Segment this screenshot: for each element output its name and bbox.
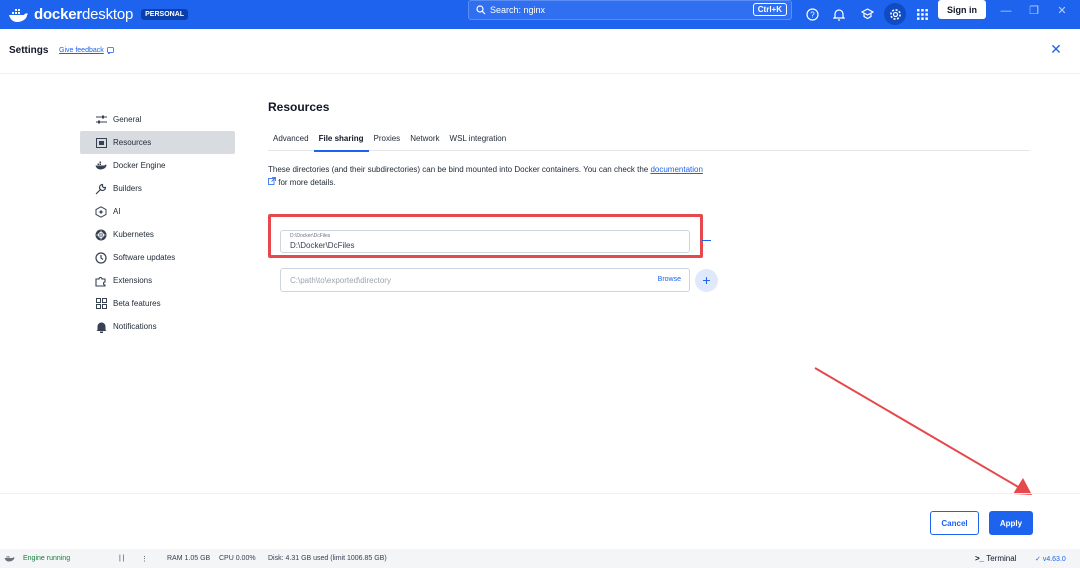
engine-status[interactable]: Engine running [23,555,70,562]
minimize-window-button[interactable]: — [996,4,1016,18]
sidebar-item-label: Docker Engine [113,161,166,170]
section-title: Resources [268,100,330,114]
resources-panel: Resources Advanced File sharing Proxies … [268,100,1030,189]
search-shortcut: Ctrl+K [752,3,787,16]
search-placeholder: Search: nginx [490,5,546,15]
give-feedback-link[interactable]: Give feedback [59,47,114,54]
status-bar: Engine running | | ⋮ RAM 1.05 GB CPU 0.0… [0,549,1080,568]
description-text-end: for more details. [276,178,336,187]
tab-network[interactable]: Network [405,133,444,151]
sidebar-item-label: AI [113,207,121,216]
sidebar-item-beta-features[interactable]: Beta features [80,292,235,315]
bell-icon[interactable] [829,4,849,24]
title-bar: dockerdesktop PERSONAL Search: nginx Ctr… [0,0,1080,29]
sidebar-item-builders[interactable]: Builders [80,177,235,200]
remove-directory-button[interactable] [702,240,711,241]
sliders-icon [94,113,108,127]
page-title: Settings [9,45,49,56]
external-link-icon [268,177,276,185]
settings-sidebar: General Resources Docker Engine Builders… [80,108,235,338]
version-label: v4.63.0 [1042,556,1066,563]
svg-text:?: ? [810,10,815,19]
description-text: These directories (and their subdirector… [268,165,651,174]
close-settings-button[interactable]: ✕ [1049,41,1063,58]
sidebar-item-label: Kubernetes [113,230,154,239]
new-directory-placeholder: C:\path\to\exported\directory [290,276,391,285]
resources-tabs: Advanced File sharing Proxies Network WS… [268,133,1030,152]
kubernetes-icon [94,228,108,242]
terminal-label: Terminal [986,554,1017,563]
tab-wsl-integration[interactable]: WSL integration [445,133,512,151]
new-directory-input[interactable]: C:\path\to\exported\directory Browse [280,268,690,292]
settings-footer: Cancel Apply [0,493,1080,549]
browse-button[interactable]: Browse [658,276,681,283]
whale-status-icon [4,556,15,562]
cpu-usage: CPU 0.00% [219,555,256,562]
ram-usage: RAM 1.05 GB [167,555,211,562]
puzzle-icon [94,274,108,288]
sidebar-item-docker-engine[interactable]: Docker Engine [80,154,235,177]
terminal-button[interactable]: >_ Terminal [975,554,1016,563]
brand-desktop: desktop [82,6,134,23]
docker-desktop-logo: dockerdesktop PERSONAL [8,6,189,23]
sidebar-item-label: Resources [113,138,152,147]
plan-badge: PERSONAL [141,9,189,20]
sidebar-item-resources[interactable]: Resources [80,131,235,154]
sidebar-item-label: General [113,115,142,124]
learning-center-icon[interactable] [857,4,877,24]
more-options-icon[interactable]: ⋮ [141,555,148,563]
sidebar-item-label: Software updates [113,253,176,262]
disk-usage: Disk: 4.31 GB used (limit 1006.85 GB) [268,555,387,562]
brand-docker: docker [34,6,82,23]
shared-directory-value: D:\Docker\DcFiles [290,241,355,250]
file-sharing-description: These directories (and their subdirector… [268,163,708,189]
sidebar-item-general[interactable]: General [80,108,235,131]
global-search-bar[interactable]: Search: nginx Ctrl+K [468,0,792,20]
maximize-window-button[interactable]: ❐ [1024,4,1044,18]
sidebar-item-notifications[interactable]: Notifications [80,315,235,338]
sidebar-item-label: Notifications [113,322,157,331]
apply-button[interactable]: Apply [989,511,1033,535]
resources-icon [94,136,108,150]
search-icon [476,5,486,15]
sidebar-item-label: Builders [113,184,142,193]
settings-header: Settings Give feedback ✕ [0,29,1080,74]
terminal-icon: >_ [975,554,985,563]
tab-proxies[interactable]: Proxies [369,133,406,151]
sidebar-item-software-updates[interactable]: Software updates [80,246,235,269]
add-directory-button[interactable]: + [695,269,718,292]
docker-whale-icon [9,8,28,22]
sidebar-item-kubernetes[interactable]: Kubernetes [80,223,235,246]
grid-icon[interactable] [912,4,932,24]
shared-directory-field[interactable]: D:\Docker\DcFiles D:\Docker\DcFiles [280,230,690,253]
wrench-icon [94,182,108,196]
close-window-button[interactable]: ✕ [1052,4,1072,18]
sidebar-item-label: Beta features [113,299,161,308]
version-indicator[interactable]: ✓ v4.63.0 [1035,555,1066,563]
sidebar-item-extensions[interactable]: Extensions [80,269,235,292]
tab-advanced[interactable]: Advanced [268,133,314,151]
help-icon[interactable]: ? [802,4,822,24]
pause-icon[interactable]: | | [119,555,125,562]
documentation-link[interactable]: documentation [650,165,702,174]
tab-file-sharing[interactable]: File sharing [313,133,369,152]
feedback-icon [106,47,114,54]
give-feedback-label: Give feedback [59,47,104,54]
bell-icon [94,320,108,334]
sign-in-button[interactable]: Sign in [938,0,986,19]
gear-icon[interactable] [884,3,906,25]
shared-directory-label: D:\Docker\DcFiles [290,233,331,239]
sidebar-item-ai[interactable]: AI [80,200,235,223]
sidebar-item-label: Extensions [113,276,153,285]
check-icon: ✓ [1035,556,1041,563]
cancel-button[interactable]: Cancel [930,511,979,535]
grid-icon [94,297,108,311]
ai-icon [94,205,108,219]
whale-icon [94,159,108,173]
clock-icon [94,251,108,265]
